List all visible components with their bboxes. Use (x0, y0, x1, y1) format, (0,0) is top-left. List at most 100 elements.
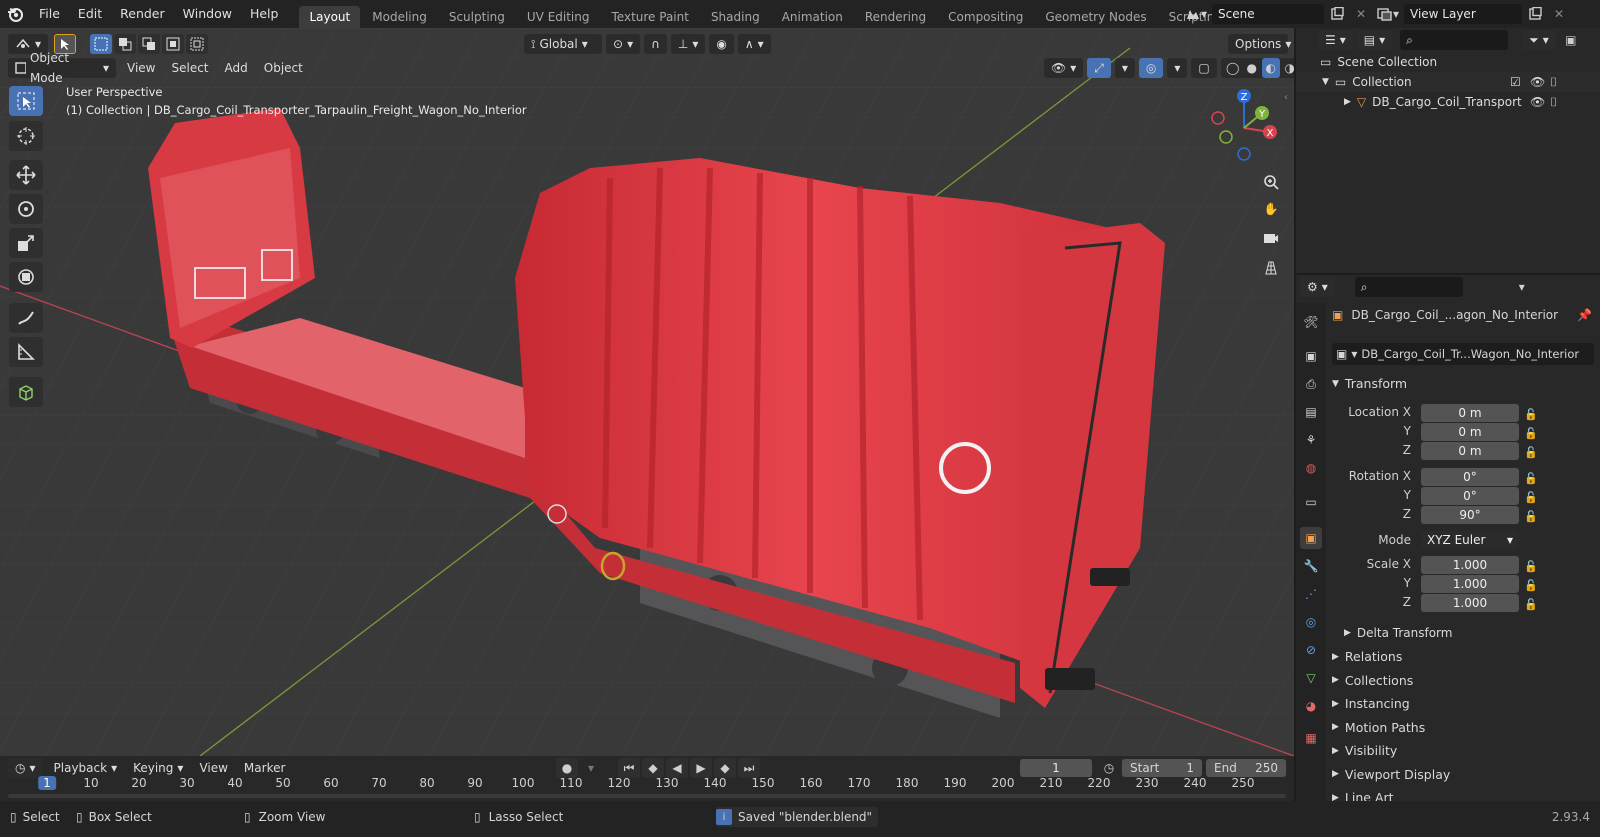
physics-tab-icon[interactable]: ◎ (1300, 611, 1322, 633)
rotation-z-field[interactable]: 90° (1421, 506, 1519, 524)
collection-eye-icon[interactable]: 👁 (1530, 75, 1545, 89)
snap-target-dropdown[interactable]: ⊥ ▾ (670, 34, 706, 54)
rendered-shading-icon[interactable]: ◑ (1281, 58, 1294, 78)
delta-transform-header[interactable]: ▶ Delta Transform (1344, 626, 1452, 640)
snap-toggle[interactable]: ∩ (644, 34, 667, 54)
section-collections[interactable]: ▶ Collections (1332, 673, 1413, 688)
pin-icon[interactable]: 📌 (1577, 308, 1592, 322)
scale-tool[interactable] (9, 228, 43, 258)
view-layer-icon[interactable]: ▾ (1374, 4, 1402, 24)
section-relations[interactable]: ▶ Relations (1332, 649, 1402, 664)
object-name-row[interactable]: ▣ DB_Cargo_Coil_...agon_No_Interior 📌 (1332, 308, 1596, 322)
timeline-scrollbar[interactable] (8, 794, 1286, 798)
menu-file[interactable]: File (30, 0, 69, 28)
data-tab-icon[interactable]: ▽ (1300, 667, 1322, 689)
properties-search-input[interactable]: ⌕ (1354, 277, 1463, 297)
rotation-y-field[interactable]: 0° (1421, 487, 1519, 505)
outliner-collection[interactable]: ▼ ▭ Collection ☑ 👁 ⌷ (1296, 72, 1600, 92)
workspace-tab-uv-editing[interactable]: UV Editing (517, 6, 600, 28)
blender-logo-icon[interactable] (0, 0, 30, 28)
new-scene-icon[interactable] (1326, 4, 1348, 24)
xray-toggle[interactable]: ▢ (1191, 58, 1217, 78)
section-motion-paths[interactable]: ▶ Motion Paths (1332, 720, 1425, 735)
object-camera-icon[interactable]: ⌷ (1550, 95, 1557, 110)
section-visibility[interactable]: ▶ Visibility (1332, 743, 1397, 758)
section-viewport-display[interactable]: ▶ Viewport Display (1332, 767, 1450, 782)
scene-icon[interactable]: ▾ (1182, 4, 1210, 24)
annotate-tool[interactable] (9, 303, 43, 333)
workspace-tab-compositing[interactable]: Compositing (938, 6, 1033, 28)
proportional-edit-toggle[interactable]: ◉ (709, 34, 734, 54)
menu-edit[interactable]: Edit (69, 0, 111, 28)
transform-section-header[interactable]: ▼ Transform (1332, 376, 1407, 391)
orientation-dropdown[interactable]: ⟟ Global ▾ (524, 34, 602, 54)
pivot-dropdown[interactable]: ⊙ ▾ (606, 34, 641, 54)
object-datablock-field[interactable]: ▣ ▾ DB_Cargo_Coil_Tr...Wagon_No_Interior (1332, 343, 1594, 365)
collection-camera-icon[interactable]: ⌷ (1550, 75, 1557, 90)
properties-options-icon[interactable]: ▾ (1511, 277, 1533, 297)
view-layer-field[interactable]: View Layer (1404, 4, 1522, 24)
zoom-icon[interactable] (1258, 169, 1284, 195)
tool-tab-icon[interactable]: 🛠 (1300, 311, 1322, 333)
camera-icon[interactable] (1258, 225, 1284, 251)
outliner-scene-collection[interactable]: ▭ Scene Collection (1296, 52, 1600, 72)
object-mode-dropdown[interactable]: Object Mode ▾ (8, 51, 116, 85)
scale-lock-icons[interactable]: 🔓 🔓 🔓 (1524, 557, 1538, 614)
select-subtract-icon[interactable] (138, 34, 161, 54)
workspace-tab-animation[interactable]: Animation (772, 6, 853, 28)
outliner-search-input[interactable]: ⌕ (1400, 30, 1509, 50)
output-tab-icon[interactable]: ⎙ (1300, 373, 1322, 395)
collection-checkbox[interactable]: ☑ (1510, 75, 1521, 89)
outliner-editor-type-button[interactable]: ☰ ▾ (1318, 30, 1353, 50)
add-cube-tool[interactable] (9, 377, 43, 407)
rotate-tool[interactable] (9, 194, 43, 224)
solid-shading-icon[interactable]: ● (1243, 58, 1261, 78)
navigation-gizmo[interactable]: Z X Y (1204, 88, 1284, 168)
move-tool[interactable] (9, 160, 43, 190)
workspace-tab-layout[interactable]: Layout (299, 6, 361, 28)
timeline-editor[interactable]: ◷ ▾ Playback ▾ Keying ▾ View Marker ● ▾ ⏮ ◆ ◀ … (0, 756, 1294, 801)
select-box-tool[interactable] (9, 86, 43, 116)
location-y-field[interactable]: 0 m (1421, 423, 1519, 441)
outliner-object[interactable]: ▶ ▽ DB_Cargo_Coil_Transport 👁 ⌷ (1296, 92, 1600, 112)
menu-render[interactable]: Render (111, 0, 174, 28)
rotation-mode-dropdown[interactable]: XYZ Euler ▾ (1421, 531, 1519, 549)
status-report[interactable]: i Saved "blender.blend" (716, 807, 879, 827)
workspace-tab-geometry-nodes[interactable]: Geometry Nodes (1035, 6, 1156, 28)
cursor-tool[interactable] (9, 121, 43, 151)
menu-help[interactable]: Help (241, 0, 288, 28)
options-button[interactable]: Options▾ (1228, 34, 1291, 54)
workspace-tab-modeling[interactable]: Modeling (362, 6, 437, 28)
falloff-dropdown[interactable]: ∧ ▾ (737, 34, 771, 54)
viewport-menu-select[interactable]: Select (164, 58, 215, 78)
lock-icons[interactable]: 🔓 🔓 🔓 (1524, 405, 1538, 462)
pan-hand-icon[interactable]: ✋ (1258, 196, 1284, 222)
measure-tool[interactable] (9, 337, 43, 367)
select-extend-icon[interactable] (114, 34, 137, 54)
filter-dropdown[interactable]: ⏷ ▾ (1522, 30, 1556, 50)
viewport-menu-view[interactable]: View (120, 58, 162, 78)
overlays-toggle[interactable]: ◎ (1138, 58, 1164, 78)
display-mode-dropdown[interactable]: ▤ ▾ (1356, 30, 1393, 50)
select-invert-icon[interactable] (162, 34, 185, 54)
rotation-lock-icons[interactable]: 🔓 🔓 🔓 (1524, 469, 1538, 526)
render-tab-icon[interactable]: ▣ (1300, 345, 1322, 367)
visibility-dropdown[interactable]: 👁 ▾ (1044, 58, 1084, 78)
viewport-menu-add[interactable]: Add (218, 58, 255, 78)
gizmo-options[interactable]: ▾ (1114, 58, 1135, 78)
perspective-grid-icon[interactable] (1258, 255, 1284, 281)
close-view-layer-icon[interactable]: ✕ (1548, 4, 1570, 24)
scale-z-field[interactable]: 1.000 (1421, 594, 1519, 612)
material-tab-icon[interactable]: ◕ (1300, 695, 1322, 717)
scale-x-field[interactable]: 1.000 (1421, 556, 1519, 574)
constraints-tab-icon[interactable]: ⊘ (1300, 639, 1322, 661)
scene-field[interactable]: Scene (1212, 4, 1324, 24)
close-scene-icon[interactable]: ✕ (1350, 4, 1372, 24)
workspace-tab-texture-paint[interactable]: Texture Paint (602, 6, 699, 28)
wireframe-shading-icon[interactable]: ◯ (1224, 58, 1242, 78)
section-instancing[interactable]: ▶ Instancing (1332, 696, 1410, 711)
workspace-tab-rendering[interactable]: Rendering (855, 6, 936, 28)
3d-viewport[interactable]: ▾ ⟟Global▾ ⊙▾ ∩ ⊥▾ ◉ ∧▾ Options▾ Object … (0, 28, 1294, 756)
menu-window[interactable]: Window (174, 0, 241, 28)
object-eye-icon[interactable]: 👁 (1530, 95, 1545, 109)
